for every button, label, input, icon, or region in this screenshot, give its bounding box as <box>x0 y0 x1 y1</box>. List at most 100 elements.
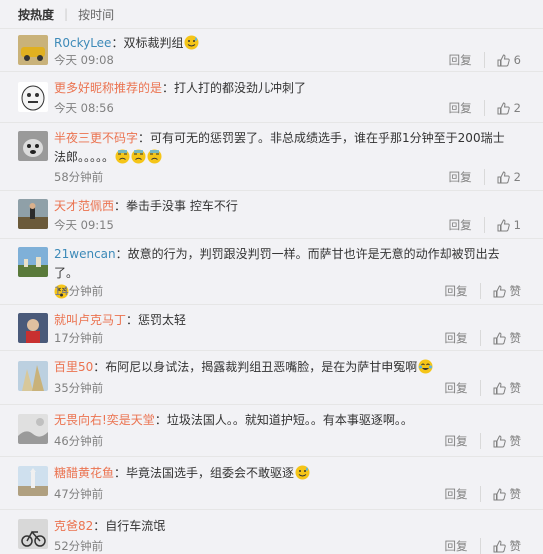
reply-button[interactable]: 回复 <box>445 433 481 449</box>
name-separator: ： <box>114 199 127 213</box>
reply-button[interactable]: 回复 <box>449 169 485 185</box>
comment-username[interactable]: 更多好昵称推荐的是 <box>54 81 162 95</box>
avatar[interactable] <box>18 199 48 229</box>
like-count: 6 <box>513 53 521 67</box>
reply-button[interactable]: 回复 <box>445 330 481 346</box>
comment-actions: 回复 赞 <box>445 538 522 554</box>
comment-username[interactable]: 天才范佩西 <box>54 199 114 213</box>
sweat-emoji <box>131 149 146 164</box>
like-button[interactable]: 赞 <box>481 283 522 299</box>
like-count: 赞 <box>509 284 522 298</box>
reply-button[interactable]: 回复 <box>445 486 481 502</box>
comment-time: 58分钟前 <box>54 170 104 184</box>
like-button[interactable]: 6 <box>485 53 521 67</box>
sort-divider: | <box>64 7 69 21</box>
like-count: 赞 <box>509 487 522 501</box>
like-count: 2 <box>513 170 521 184</box>
like-button[interactable]: 2 <box>485 170 521 184</box>
comment-text: 惩罚太轻 <box>138 313 187 327</box>
comment-username[interactable]: 21wencan <box>54 247 116 261</box>
like-button[interactable]: 赞 <box>481 538 522 554</box>
comment-time: 35分钟前 <box>54 381 104 395</box>
comment-time: 46分钟前 <box>54 434 104 448</box>
thumbs-up-icon <box>493 284 506 297</box>
laugh-cry-emoji <box>418 359 433 374</box>
like-count: 赞 <box>509 331 522 345</box>
comment-actions: 回复 赞 <box>445 380 522 396</box>
comment-text: 垃圾法国人。。就知道护短。。有本事驱逐啊。。 <box>166 413 413 427</box>
comment-item: R0ckyLee：双标裁判组 今天 09:08 回复 6 <box>0 29 543 72</box>
comment-actions: 回复 2 <box>449 169 521 185</box>
comment-item: 百里50：布阿尼以身试法，揭露裁判组丑恶嘴脸，是在为萨甘申冤啊 35分钟前 回复… <box>0 351 543 405</box>
thumbs-up-icon <box>497 101 510 114</box>
comment-text: 双标裁判组 <box>123 36 184 50</box>
comment-username[interactable]: 半夜三更不码字 <box>54 131 138 145</box>
like-count: 2 <box>513 101 521 115</box>
avatar[interactable] <box>18 131 48 161</box>
like-button[interactable]: 2 <box>485 101 521 115</box>
sort-by-time[interactable]: 按时间 <box>78 6 114 23</box>
comment-username[interactable]: 无畏向右!奕是天堂 <box>54 413 155 427</box>
like-count: 赞 <box>509 381 522 395</box>
avatar[interactable] <box>18 519 48 549</box>
comment-username[interactable]: 克爸82 <box>54 519 93 533</box>
name-separator: ： <box>115 247 128 261</box>
sweat-smile-emoji <box>184 35 199 50</box>
reply-button[interactable]: 回复 <box>445 538 481 554</box>
reply-button[interactable]: 回复 <box>445 283 481 299</box>
comment-item: 克爸82：自行车流氓 52分钟前 回复 赞 <box>0 510 543 554</box>
avatar[interactable] <box>18 35 48 65</box>
sweat-emoji <box>147 149 162 164</box>
like-button[interactable]: 赞 <box>481 330 522 346</box>
comment-actions: 回复 1 <box>449 217 521 233</box>
like-count: 1 <box>513 218 521 232</box>
name-separator: ： <box>138 131 151 145</box>
comment-actions: 回复 赞 <box>445 330 522 346</box>
sort-by-hot[interactable]: 按热度 <box>18 6 54 23</box>
avatar[interactable] <box>18 247 48 277</box>
avatar[interactable] <box>18 466 48 496</box>
comment-item: 糖醋黄花鱼：毕竟法国选手，组委会不敢驱逐 47分钟前 回复 赞 <box>0 457 543 510</box>
name-separator: ： <box>162 81 175 95</box>
comment-time: 今天 08:56 <box>54 101 114 115</box>
comment-time: 14分钟前 <box>54 284 104 298</box>
sweat-emoji <box>115 149 130 164</box>
name-separator: ： <box>111 36 124 50</box>
like-button[interactable]: 赞 <box>481 433 521 449</box>
name-separator: ： <box>114 466 127 480</box>
like-button[interactable]: 赞 <box>481 486 522 502</box>
reply-button[interactable]: 回复 <box>445 380 481 396</box>
sweat-smile-emoji <box>295 465 310 480</box>
thumbs-up-icon <box>493 381 506 394</box>
comment-username[interactable]: 糖醋黄花鱼 <box>54 466 114 480</box>
comment-time: 今天 09:08 <box>54 53 114 67</box>
avatar[interactable] <box>18 361 48 391</box>
like-button[interactable]: 赞 <box>481 380 522 396</box>
avatar[interactable] <box>18 414 48 444</box>
like-count: 赞 <box>509 539 522 553</box>
avatar[interactable] <box>18 82 48 112</box>
thumbs-up-icon <box>497 218 510 231</box>
comment-panel: 按热度 | 按时间 R0ckyLee：双标裁判组 今天 09:08 回复 6 更… <box>0 0 543 554</box>
avatar[interactable] <box>18 313 48 343</box>
comment-time: 47分钟前 <box>54 487 104 501</box>
thumbs-up-icon <box>497 170 510 183</box>
comment-actions: 回复 赞 <box>445 433 521 449</box>
comment-username[interactable]: 就叫卢克马丁 <box>54 313 126 327</box>
like-button[interactable]: 1 <box>485 218 521 232</box>
reply-button[interactable]: 回复 <box>449 217 485 233</box>
reply-button[interactable]: 回复 <box>449 52 485 68</box>
comment-text: 布阿尼以身试法，揭露裁判组丑恶嘴脸，是在为萨甘申冤啊 <box>105 360 418 374</box>
comment-time: 今天 09:15 <box>54 218 114 232</box>
thumbs-up-icon <box>493 434 506 447</box>
comment-time: 17分钟前 <box>54 331 104 345</box>
name-separator: ： <box>154 413 167 427</box>
comment-text: 自行车流氓 <box>105 519 166 533</box>
reply-button[interactable]: 回复 <box>449 100 485 116</box>
comment-text: 毕竟法国选手，组委会不敢驱逐 <box>126 466 295 480</box>
comment-username[interactable]: 百里50 <box>54 360 93 374</box>
comment-item: 天才范佩西：拳击手没事 控车不行 今天 09:15 回复 1 <box>0 191 543 239</box>
thumbs-up-icon <box>493 539 506 552</box>
name-separator: ： <box>93 360 106 374</box>
comment-username[interactable]: R0ckyLee <box>54 36 111 50</box>
